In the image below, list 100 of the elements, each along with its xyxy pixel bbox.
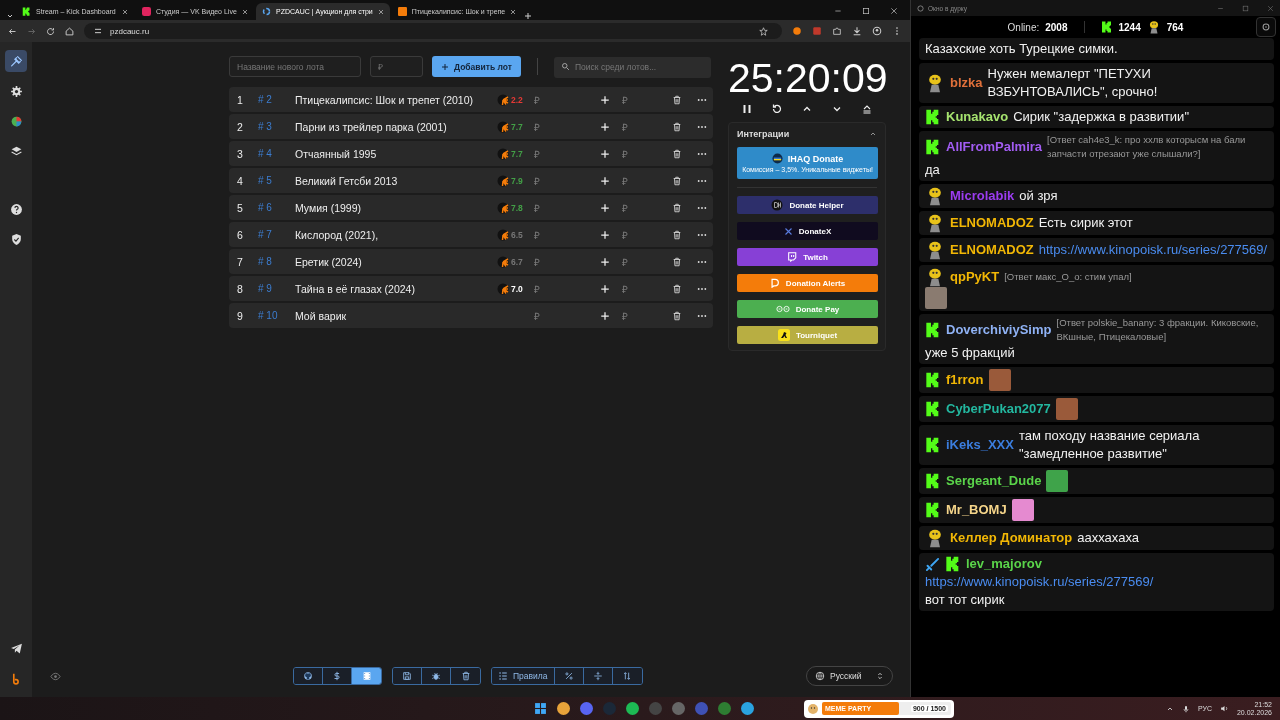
toolbar-button[interactable] (294, 668, 323, 684)
add-lot-button[interactable]: Добавить лот (432, 56, 521, 77)
username: qpPyKT (950, 268, 1000, 286)
add-amount-field[interactable]: ₽ (622, 200, 672, 215)
frog-emote-picture (1046, 470, 1069, 492)
trash-icon (672, 148, 682, 159)
add-amount-field[interactable]: ₽ (622, 281, 672, 296)
add-amount-field[interactable]: ₽ (622, 119, 672, 134)
lot-name: Птицекалипсис: Шок и трепет (2010) (295, 93, 474, 106)
rating-value: 7.7 (511, 148, 523, 159)
maximize-icon (862, 7, 870, 15)
close-icon (377, 8, 384, 15)
add-amount-field[interactable]: ₽ (622, 254, 672, 269)
lot-index: 1 (237, 93, 244, 106)
trash-icon (672, 256, 682, 267)
visibility-toggle[interactable] (50, 670, 61, 682)
plus-icon (600, 310, 610, 321)
username: blzka (950, 74, 983, 92)
percent-icon (563, 671, 574, 681)
rating-value: 7.7 (511, 121, 523, 132)
message-link[interactable]: https://www.kinopoisk.ru/series/277569/ (925, 573, 1154, 591)
download-icon (852, 26, 862, 36)
reset-button[interactable] (771, 103, 783, 115)
trash-icon (672, 283, 682, 294)
trash-icon (672, 175, 682, 186)
message-text: Казахские хоть Турецкие симки. (925, 40, 1119, 58)
plus-icon (600, 94, 610, 105)
integration-button[interactable]: DonateX (737, 222, 878, 240)
add-amount-field[interactable]: ₽ (622, 92, 672, 107)
toolbar-button[interactable] (393, 668, 422, 684)
trash-icon (672, 94, 682, 105)
site-settings-icon (94, 27, 102, 35)
lot-name-field[interactable]: Название нового лота (229, 56, 361, 77)
collapse-toggle[interactable] (869, 130, 877, 138)
lot-amount: ₽ (534, 174, 541, 188)
add-amount-field[interactable]: ₽ (622, 227, 672, 242)
lot-amount-field[interactable]: ₽ (370, 56, 423, 77)
plus-icon (600, 202, 610, 213)
username: iKeks_XXX (946, 436, 1014, 454)
chat-bubble-icon (787, 252, 798, 262)
lot-index: 7 (237, 255, 244, 268)
rating-badge-icon (497, 255, 509, 268)
lot-id: # 8 (258, 256, 273, 267)
lot-name: Мой варик (295, 309, 348, 322)
close-icon (242, 8, 248, 15)
message-text: Есть сирик этот (1038, 214, 1134, 232)
add-amount-field[interactable]: ₽ (622, 308, 672, 323)
add-amount-field[interactable]: ₽ (622, 146, 672, 161)
eject-icon (861, 103, 873, 115)
rating-badge-icon (497, 282, 509, 295)
toolbar-button[interactable] (451, 668, 480, 684)
puzzle-icon (832, 26, 842, 36)
save-icon (402, 671, 412, 681)
lot-index: 5 (237, 201, 244, 214)
forward-arrow-icon (27, 26, 36, 36)
rating-badge-icon (497, 174, 509, 187)
message-text: уже 5 фракций (925, 344, 1016, 362)
reply-quote: [Ответ polskie_banany: 3 фракции. Киковские, ВКшные, Птицекаловые] (1056, 316, 1260, 344)
app-logo-icon (142, 7, 151, 16)
lot-amount: ₽ (534, 228, 541, 242)
username: Mr_BOMJ (946, 501, 1007, 519)
toolbar-button[interactable] (612, 668, 642, 684)
back-arrow-icon (8, 26, 17, 36)
app-icon[interactable] (626, 702, 639, 715)
message-text: ой зря (1019, 187, 1059, 205)
collapse-button[interactable] (861, 103, 873, 115)
chevron-up-icon (869, 130, 877, 138)
integration-button[interactable]: Donate Helper (737, 196, 878, 214)
github-icon (303, 671, 313, 681)
settings-icon (1261, 22, 1271, 32)
k-logo-icon (925, 109, 941, 125)
toolbar-button[interactable] (323, 668, 352, 684)
app-icon[interactable] (580, 702, 593, 715)
integration-button[interactable]: Twitch (737, 248, 878, 266)
message-link[interactable]: https://www.kinopoisk.ru/series/277569/ (1038, 241, 1268, 259)
app-icon[interactable] (718, 702, 731, 715)
viewer-count: 764 (1166, 21, 1184, 33)
online-label: Online: (1007, 21, 1040, 33)
pause-button[interactable] (741, 103, 753, 115)
sidebar-button[interactable] (5, 50, 27, 72)
lot-name: Парни из трейлер парка (2001) (295, 120, 448, 133)
lot-id: # 2 (258, 94, 273, 105)
rating-value: 6.7 (511, 256, 523, 267)
settings-button[interactable] (1256, 17, 1276, 37)
microphone-icon (1181, 704, 1190, 713)
plus-icon (600, 121, 610, 132)
toolbar-button[interactable] (422, 668, 451, 684)
lot-name: Кислород (2021), (295, 228, 380, 241)
search-field[interactable]: Поиск среди лотов... (554, 56, 711, 78)
app-icon[interactable] (557, 702, 570, 715)
k-logo-icon (945, 556, 961, 572)
sword-icon (925, 556, 940, 572)
rating-badge-icon (497, 201, 509, 214)
toolbar-button[interactable] (554, 668, 584, 684)
toolbar-button[interactable]: Правила (492, 668, 555, 684)
language-select[interactable]: Русский (806, 666, 893, 686)
address-bar[interactable]: pzdcauc.ru (84, 23, 782, 39)
lot-id: # 9 (258, 283, 273, 294)
add-amount-field[interactable]: ₽ (622, 173, 672, 188)
app-icon[interactable] (741, 702, 754, 715)
